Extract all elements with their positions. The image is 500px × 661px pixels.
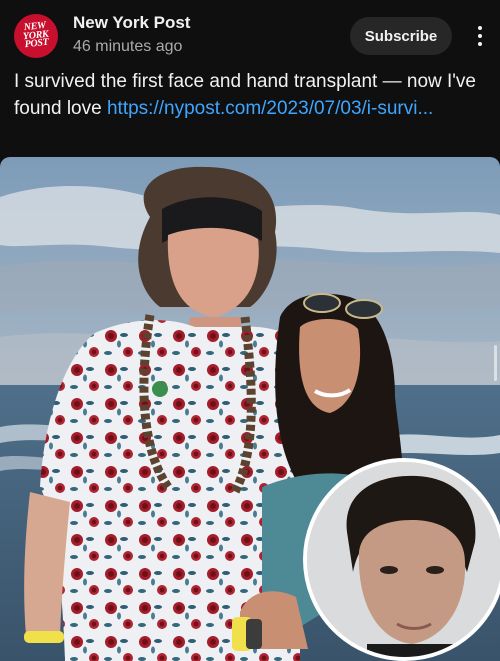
post-header: NEW YORK POST New York Post 46 minutes a… — [0, 0, 500, 64]
channel-avatar[interactable]: NEW YORK POST — [14, 14, 58, 58]
avatar-logo-text: NEW YORK POST — [22, 20, 50, 51]
portrait-image — [307, 462, 500, 657]
channel-name[interactable]: New York Post — [73, 13, 190, 33]
more-vert-icon[interactable] — [470, 22, 490, 50]
post-timestamp: 46 minutes ago — [73, 38, 183, 55]
inset-portrait-photo[interactable] — [303, 458, 500, 661]
subscribe-button[interactable]: Subscribe — [350, 17, 452, 55]
scrollbar-thumb[interactable] — [494, 345, 497, 381]
post-link[interactable]: https://nypost.com/2023/07/03/i-survi... — [107, 98, 433, 119]
post-text: I survived the first face and hand trans… — [14, 68, 484, 122]
